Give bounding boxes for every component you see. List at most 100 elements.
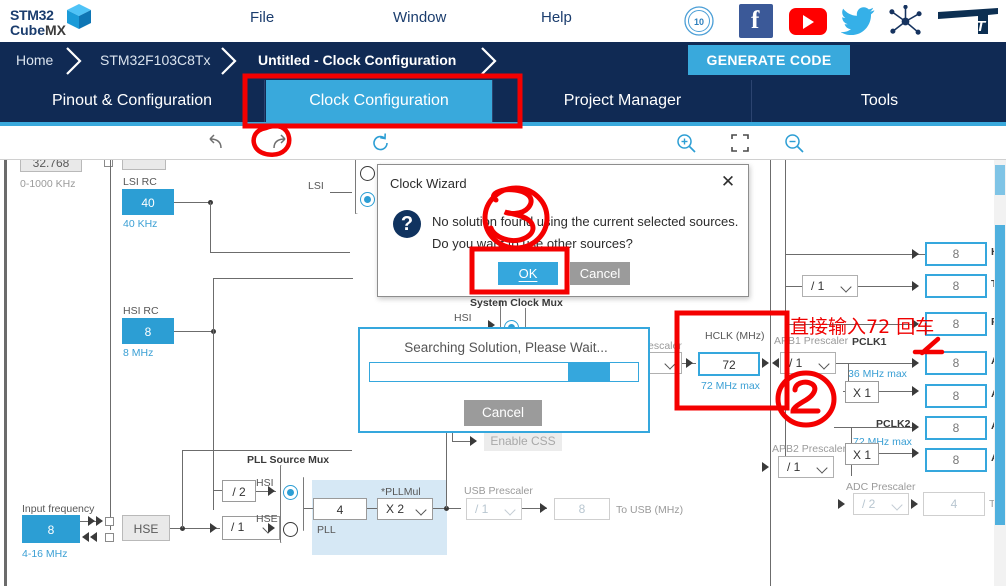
arrow-inputfreq-1 (88, 516, 95, 526)
undo-icon[interactable] (205, 132, 227, 154)
wire-lsi-mux-in (330, 192, 352, 193)
chevron-down-icon (816, 462, 828, 474)
apb2-prescaler-combo[interactable]: / 1 (778, 456, 834, 478)
wire-apb2-timer-out (879, 453, 914, 454)
searching-cancel-button[interactable]: Cancel (464, 400, 542, 426)
breadcrumb-device[interactable]: STM32F103C8Tx (100, 52, 210, 68)
app-logo: STM32 CubeMX (6, 2, 96, 42)
scrollbar-thumb-top[interactable] (995, 165, 1005, 195)
output-field-1[interactable]: 8 (925, 242, 987, 266)
tab-tools[interactable]: Tools (753, 80, 1006, 122)
output-field-4[interactable]: 8 (925, 351, 987, 375)
breadcrumb-bar: Home STM32F103C8Tx Untitled - Clock Conf… (0, 42, 1006, 80)
breadcrumb-chevron-3-icon (481, 47, 497, 75)
lsi-unit-label: 40 KHz (123, 218, 158, 230)
usb-output-label: To USB (MHz) (616, 504, 684, 516)
lse-value-field[interactable]: 32.768 (20, 160, 82, 172)
logo-line-2: CubeMX (10, 22, 66, 38)
lse-osc-box[interactable] (122, 160, 166, 170)
main-tab-bar: Pinout & Configuration Clock Configurati… (0, 80, 1006, 122)
lsi-signal-label: LSI (308, 180, 324, 192)
hsi-value-field[interactable]: 8 (122, 318, 174, 344)
arrow-div2-pllmux (268, 486, 275, 496)
lse-range-label: 0-1000 KHz (20, 178, 76, 190)
enable-css-button[interactable]: Enable CSS (484, 431, 562, 451)
apb2-prescaler-value: / 1 (787, 460, 801, 474)
wire-apb1-timer-out (879, 391, 914, 392)
lsi-value-field[interactable]: 40 (122, 189, 174, 215)
output-field-5[interactable]: 8 (925, 384, 987, 408)
zoom-in-icon[interactable] (675, 132, 697, 154)
tab-clock-configuration[interactable]: Clock Configuration (266, 80, 493, 122)
tab-pinout-configuration[interactable]: Pinout & Configuration (0, 80, 265, 122)
hclk-value-field[interactable]: 72 (698, 352, 760, 376)
pll-mux-radio-hse[interactable] (283, 522, 298, 537)
cancel-button[interactable]: Cancel (570, 262, 630, 285)
input-frequency-field[interactable]: 8 (22, 515, 80, 543)
menu-help[interactable]: Help (541, 9, 572, 26)
breadcrumb-chevron-2-icon (221, 47, 237, 75)
pllmul-label: *PLLMul (381, 486, 421, 498)
pll-mul-value: X 2 (386, 502, 405, 516)
st-logo-icon[interactable]: ST (936, 6, 1000, 36)
menu-file[interactable]: File (250, 9, 274, 26)
arrow-inputfreq-back-1 (82, 532, 89, 542)
cube-icon (67, 4, 91, 29)
wire-lsi-down (210, 202, 211, 252)
generate-code-button[interactable]: GENERATE CODE (688, 45, 850, 75)
ok-button[interactable]: OK (498, 262, 558, 285)
hse-box[interactable]: HSE (122, 515, 170, 541)
arrow-out2 (912, 281, 919, 291)
apb1-prescaler-combo[interactable]: / 1 (780, 352, 836, 374)
rtc-mux-radio-lsi[interactable] (360, 192, 375, 207)
hse-terminal-out (105, 533, 114, 542)
pll-mux-radio-hsi[interactable] (283, 485, 298, 500)
pll-mul-combo[interactable]: X 2 (377, 498, 433, 520)
usb-prescaler-label: USB Prescaler (464, 485, 533, 497)
close-icon[interactable]: ✕ (718, 173, 738, 193)
ten-years-badge-icon[interactable]: 10 (683, 5, 715, 37)
output-field-7[interactable]: 8 (925, 448, 987, 472)
apb1-prescaler-value: / 1 (789, 356, 803, 370)
output-field-6[interactable]: 8 (925, 416, 987, 440)
arrow-adc-out (911, 499, 918, 509)
network-icon[interactable] (888, 5, 923, 38)
adc-prescaler-combo[interactable]: / 2 (853, 493, 909, 515)
breadcrumb-home[interactable]: Home (16, 52, 53, 68)
chevron-down-icon (504, 504, 516, 516)
usb-prescaler-combo[interactable]: / 1 (466, 498, 522, 520)
usb-output-field[interactable]: 8 (554, 498, 610, 520)
rtc-mux-radio-lse[interactable] (360, 166, 375, 181)
zoom-out-icon[interactable] (783, 132, 805, 154)
pll-div-field[interactable]: 4 (313, 498, 367, 520)
hsi-div2-box[interactable]: / 2 (222, 480, 256, 502)
refresh-icon[interactable] (370, 132, 392, 154)
arrow-out6 (912, 422, 919, 432)
adc-prescaler-label: ADC Prescaler (846, 481, 916, 493)
youtube-icon[interactable] (789, 8, 827, 35)
facebook-icon[interactable] (739, 4, 773, 38)
wire-lsi-out (174, 202, 210, 203)
fit-to-screen-icon[interactable] (729, 132, 751, 154)
wire-out1 (785, 254, 930, 255)
output-field-8[interactable]: 4 (923, 492, 985, 516)
canvas-left-gutter (4, 160, 7, 586)
output-field-3[interactable]: 8 (925, 312, 987, 336)
top-divider-combo[interactable]: / 1 (802, 275, 858, 297)
redo-icon[interactable] (268, 132, 290, 154)
apb2-timer-mul-box[interactable]: X 1 (845, 443, 879, 465)
scrollbar-thumb[interactable] (995, 225, 1005, 525)
lse-terminal (104, 160, 113, 167)
arrow-out7 (912, 448, 919, 458)
chevron-down-icon (840, 281, 852, 293)
output-field-2[interactable]: 8 (925, 274, 987, 298)
arrow-out4 (912, 358, 919, 368)
top-bar: STM32 CubeMX File Window Help 10 f ST (0, 0, 1006, 42)
menu-window[interactable]: Window (393, 9, 446, 26)
twitter-icon[interactable] (841, 7, 875, 35)
top-divider-value: / 1 (811, 279, 825, 293)
tab-project-manager[interactable]: Project Manager (494, 80, 752, 122)
apb1-timer-mul-box[interactable]: X 1 (845, 381, 879, 403)
arrow-out5 (912, 386, 919, 396)
canvas-vertical-scrollbar[interactable] (994, 160, 1006, 586)
